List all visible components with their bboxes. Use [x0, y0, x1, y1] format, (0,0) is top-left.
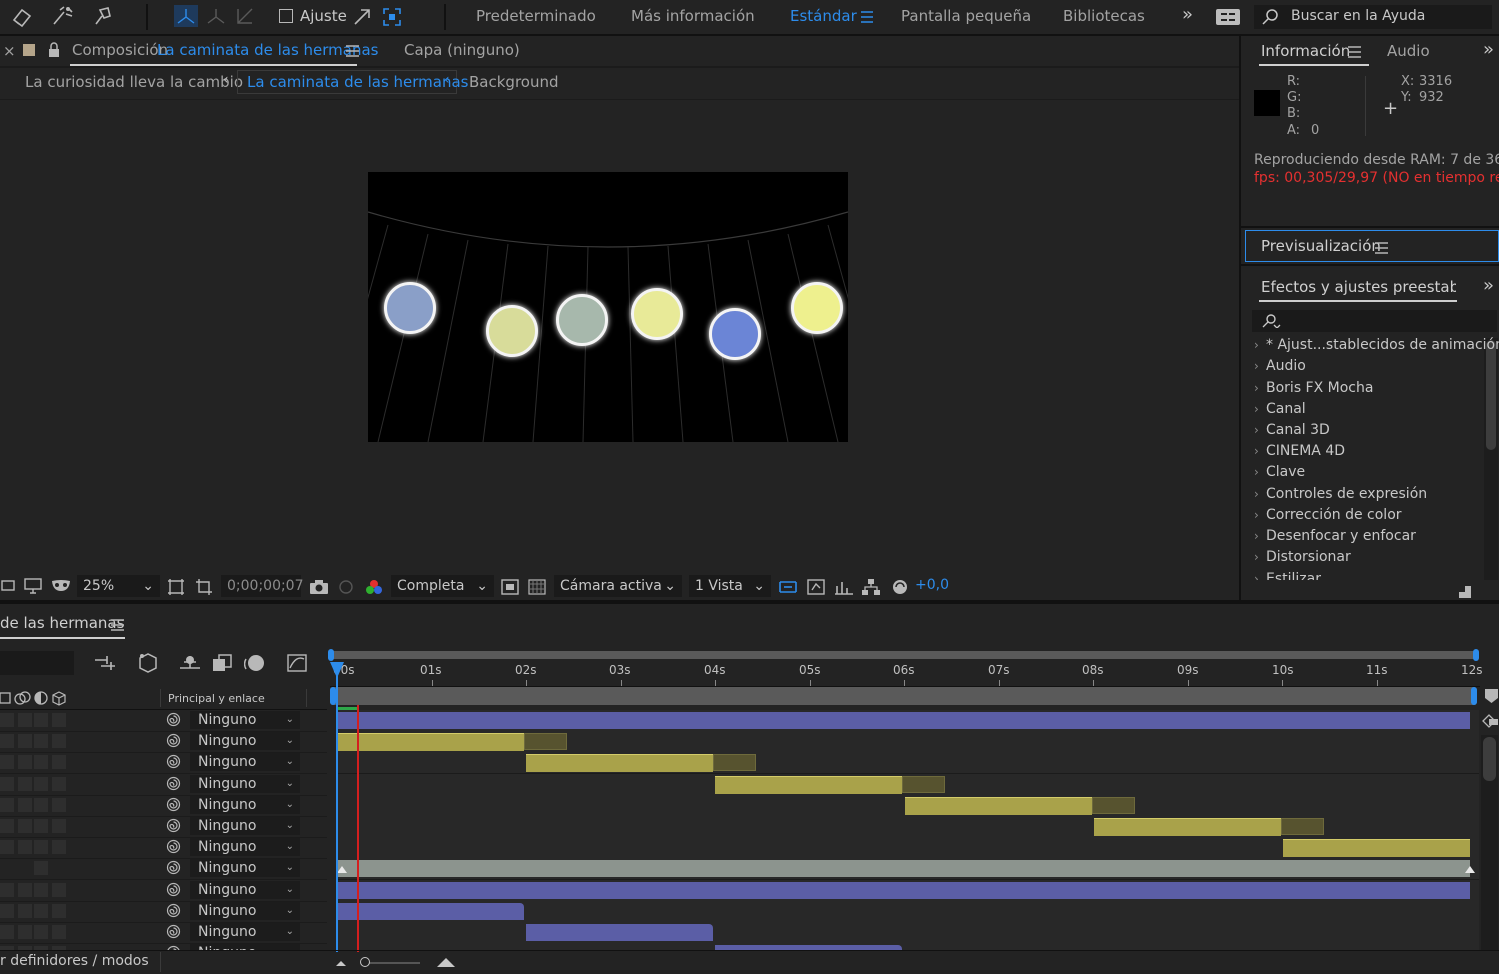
layer-duration-bar[interactable]: [715, 776, 902, 794]
layer-duration-bar[interactable]: [526, 924, 713, 941]
layer-tail-bar[interactable]: [524, 733, 567, 750]
layer-tail-bar[interactable]: [1281, 818, 1324, 835]
layer-duration-bar[interactable]: [1094, 818, 1281, 836]
layer-duration-bar[interactable]: [526, 754, 713, 772]
layer-track: [337, 731, 1479, 753]
in-out-marker[interactable]: [337, 866, 347, 873]
layer-duration-bar[interactable]: [337, 882, 1470, 899]
zoom-out-icon[interactable]: [334, 958, 348, 968]
layer-track: [337, 795, 1479, 817]
layer-duration-bar[interactable]: [337, 712, 1470, 729]
layer-tail-bar[interactable]: [902, 776, 945, 793]
zoom-slider-thumb[interactable]: [360, 957, 370, 967]
layer-duration-bar[interactable]: [337, 860, 1470, 877]
layer-track: [337, 816, 1479, 838]
timeline-scrollbar[interactable]: [1481, 735, 1498, 950]
in-out-marker[interactable]: [1465, 866, 1475, 873]
layer-track: [337, 752, 1479, 774]
layer-tail-bar[interactable]: [1092, 797, 1135, 814]
layer-track: [337, 858, 1479, 880]
layer-duration-bar[interactable]: [337, 903, 524, 920]
playhead-blue-line: [336, 676, 338, 952]
layer-track: [337, 837, 1479, 859]
layer-track: [337, 922, 1479, 944]
layer-track: [337, 710, 1479, 732]
scrollbar-thumb[interactable]: [1483, 737, 1496, 781]
playhead-line[interactable]: [357, 705, 359, 952]
footer-divider: [160, 952, 161, 972]
layer-track: [337, 774, 1479, 796]
layer-duration-bar[interactable]: [337, 733, 524, 751]
layer-track: [337, 880, 1479, 902]
layer-track: [337, 943, 1479, 950]
layer-tail-bar[interactable]: [713, 754, 756, 771]
zoom-slider-track[interactable]: [365, 962, 420, 964]
layer-duration-bar[interactable]: [905, 797, 1092, 815]
toggle-switches-modes[interactable]: r definidores / modos: [0, 953, 149, 969]
track-rows: [0, 0, 1499, 950]
layer-duration-bar[interactable]: [1283, 839, 1470, 857]
layer-track: [337, 901, 1479, 923]
zoom-in-icon[interactable]: [436, 956, 456, 968]
